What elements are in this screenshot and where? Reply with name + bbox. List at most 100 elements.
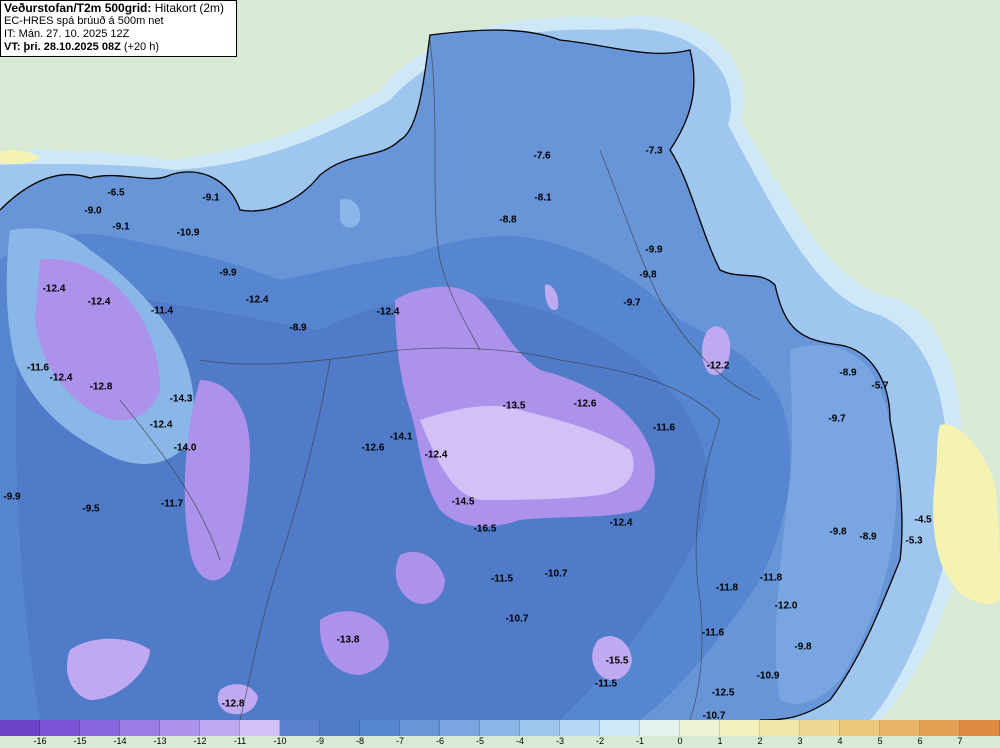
colorbar-swatch	[320, 720, 360, 736]
temperature-label: -14.1	[389, 431, 413, 443]
colorbar-swatch	[600, 720, 640, 736]
colorbar-swatch	[720, 720, 760, 736]
temperature-label: -12.4	[424, 449, 448, 461]
temperature-label: -9.8	[639, 269, 657, 281]
temperature-label: -10.9	[176, 227, 200, 239]
temperature-label: -12.5	[711, 687, 735, 699]
colorbar-tick-label: 1	[717, 736, 723, 746]
temperature-label: -12.4	[42, 283, 66, 295]
colorbar-swatch	[800, 720, 840, 736]
temperature-label: -10.7	[544, 568, 568, 580]
temperature-label: -8.9	[839, 367, 857, 379]
colorbar-swatch	[160, 720, 200, 736]
temperature-colorbar	[0, 720, 1000, 736]
colorbar-ticks: -16 -15 -14 -13 -12 -11 -10 -9 -8 -7 -6 -5 -4 -3 -2 -1 0…	[0, 736, 1000, 748]
colorbar-tick-label: -1	[635, 736, 645, 746]
colorbar-tick-label: -3	[555, 736, 565, 746]
map-title-suffix: Hitakort (2m)	[151, 1, 225, 15]
colorbar-swatch	[560, 720, 600, 736]
colorbar-swatch	[200, 720, 240, 736]
colorbar-swatch	[120, 720, 160, 736]
temperature-label: -9.8	[829, 526, 847, 538]
temperature-label: -12.4	[87, 296, 111, 308]
temperature-label: -16.5	[473, 523, 497, 535]
colorbar-swatch	[960, 720, 1000, 736]
colorbar-tick-label: -5	[475, 736, 485, 746]
colorbar-tick-label: -13	[153, 736, 167, 746]
temperature-label: -10.9	[756, 670, 780, 682]
colorbar-swatch	[920, 720, 960, 736]
temperature-label: -14.0	[173, 442, 197, 454]
map-title: Veðurstofan/T2m 500grid:	[4, 1, 152, 15]
colorbar-swatch	[400, 720, 440, 736]
temperature-map	[0, 0, 1000, 720]
temperature-label: -5.3	[905, 535, 923, 547]
temperature-label: -11.6	[652, 422, 676, 434]
temperature-label: -13.8	[336, 634, 360, 646]
colorbar-swatch	[240, 720, 280, 736]
temperature-label: -9.9	[219, 267, 237, 279]
colorbar-swatch	[280, 720, 320, 736]
valid-time: VT: þri. 28.10.2025 08Z	[4, 41, 121, 53]
temperature-label: -9.9	[3, 491, 21, 503]
temperature-label: -14.5	[451, 496, 475, 508]
colorbar-swatch	[80, 720, 120, 736]
temperature-label: -12.4	[376, 306, 400, 318]
colorbar-swatch	[0, 720, 40, 736]
temperature-label: -8.9	[859, 531, 877, 543]
temperature-label: -12.6	[573, 398, 597, 410]
colorbar-tick-label: 6	[917, 736, 923, 746]
temperature-label: -11.4	[150, 305, 174, 317]
temperature-label: -12.6	[361, 442, 385, 454]
colorbar-tick-label: -4	[515, 736, 525, 746]
temperature-label: -11.8	[715, 582, 739, 594]
colorbar-tick-label: -14	[113, 736, 127, 746]
colorbar-tick-label: -9	[315, 736, 325, 746]
colorbar-tick-label: -10	[273, 736, 287, 746]
temperature-label: -9.7	[828, 413, 846, 425]
colorbar-swatch	[440, 720, 480, 736]
colorbar-tick-label: -15	[73, 736, 87, 746]
colorbar-swatch	[880, 720, 920, 736]
colorbar-tick-label: -7	[395, 736, 405, 746]
temperature-label: -12.4	[49, 372, 73, 384]
temperature-label: -10.7	[505, 613, 529, 625]
temperature-label: -11.7	[160, 498, 184, 510]
temperature-label: -9.1	[202, 192, 220, 204]
colorbar-tick-label: -12	[193, 736, 207, 746]
temperature-label: -11.8	[759, 572, 783, 584]
forecast-hour: (+20 h)	[120, 41, 160, 53]
temperature-label: -12.8	[221, 698, 245, 710]
temperature-label: -9.0	[84, 205, 102, 217]
temperature-label: -11.6	[701, 627, 725, 639]
colorbar-swatch	[520, 720, 560, 736]
temperature-label: -11.6	[26, 362, 50, 374]
colorbar-tick-label: -6	[435, 736, 445, 746]
temperature-label: -11.5	[594, 678, 618, 690]
colorbar-tick-label: 3	[797, 736, 803, 746]
map-info-box: Veðurstofan/T2m 500grid: Hitakort (2m) E…	[0, 0, 237, 57]
temperature-label: -7.3	[645, 145, 663, 157]
temperature-label: -14.3	[169, 393, 193, 405]
temperature-label: -13.5	[502, 400, 526, 412]
colorbar-tick-label: -8	[355, 736, 365, 746]
colorbar-tick-label: 2	[757, 736, 763, 746]
colorbar-swatch	[40, 720, 80, 736]
colorbar-tick-label: -11	[233, 736, 247, 746]
temperature-label: -9.5	[82, 503, 100, 515]
colorbar-tick-label: -2	[595, 736, 605, 746]
colorbar-tick-label: 7	[957, 736, 963, 746]
temperature-label: -8.1	[534, 192, 552, 204]
temperature-label: -12.4	[245, 294, 269, 306]
temperature-label: -9.9	[645, 244, 663, 256]
temperature-label: -9.1	[112, 221, 130, 233]
colorbar-swatch	[360, 720, 400, 736]
temperature-label: -12.4	[609, 517, 633, 529]
temperature-label: -7.6	[533, 150, 551, 162]
temperature-label: -8.9	[289, 322, 307, 334]
colorbar-swatch	[680, 720, 720, 736]
temperature-label: -6.5	[107, 187, 125, 199]
colorbar-swatch	[480, 720, 520, 736]
initial-time: IT: Mán. 27. 10. 2025 12Z	[4, 28, 130, 40]
colorbar-tick-label: 0	[677, 736, 683, 746]
